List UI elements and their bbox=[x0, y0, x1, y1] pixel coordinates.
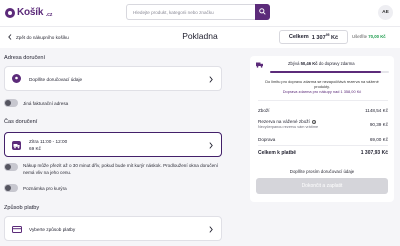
courier-note-label: Poznámka pro kurýra bbox=[23, 185, 67, 191]
back-to-cart-label: Zpět do nákupního košíku bbox=[16, 34, 69, 40]
total-label: Celkem bbox=[288, 34, 309, 40]
free-delivery-text: Zbývá 50,46 Kč do dopravy zdarma bbox=[288, 61, 355, 66]
finish-and-pay-button[interactable]: Dokončit a zaplatit bbox=[256, 178, 388, 194]
weighted-reserve-label: Rezerva na vážené zboží i bbox=[258, 119, 317, 124]
delivery-time-section-title: Čas doručení bbox=[4, 119, 38, 125]
grand-total-value: 1 307,93 Kč bbox=[360, 150, 388, 156]
address-card-label: Doplňte doručovací údaje bbox=[29, 77, 83, 82]
savings-note: Ušetříte 70,00 Kč bbox=[352, 34, 386, 39]
delivery-fee-label: Doprava bbox=[258, 137, 276, 142]
billing-address-label: Jiná fakturační adresa bbox=[23, 100, 69, 106]
delivery-slot-card[interactable]: Zítra 11:00 - 12:00 69 Kč bbox=[4, 132, 222, 157]
payment-section-title: Způsob platby bbox=[4, 205, 40, 211]
delivery-slot-price: 69 Kč bbox=[29, 146, 41, 151]
free-delivery-threshold-note: Doprava zdarma pro nákupy nad 1 358,00 K… bbox=[282, 89, 362, 94]
savings-value: 70,00 Kč bbox=[368, 34, 386, 39]
back-to-cart-link[interactable]: Zpět do nákupního košíku bbox=[8, 34, 69, 40]
chevron-right-icon bbox=[209, 76, 213, 83]
delivery-truck-icon bbox=[12, 141, 21, 150]
billing-address-toggle[interactable] bbox=[4, 99, 18, 107]
goods-label: Zboží bbox=[258, 108, 270, 113]
weighted-reserve-value: 90,39 Kč bbox=[369, 122, 388, 127]
logo[interactable]: Košík .cz bbox=[5, 7, 52, 18]
logo-suffix: .cz bbox=[45, 11, 53, 18]
credit-card-icon bbox=[12, 226, 22, 233]
search-button[interactable] bbox=[255, 4, 270, 20]
summary-divider bbox=[258, 145, 388, 146]
summary-divider bbox=[258, 100, 388, 101]
logo-mark-icon bbox=[5, 7, 15, 18]
payment-card[interactable]: Vyberte způsob platby bbox=[4, 216, 222, 241]
top-header: Košík .cz Hledejte produkt, kategorii neb… bbox=[0, 0, 400, 26]
goods-value: 1148,54 Kč bbox=[365, 108, 388, 113]
missing-details-hint: Doplňte prosím doručovací údaje bbox=[289, 169, 355, 174]
early-delivery-toggle-row[interactable]: Nákup může přezít až o 30 minut dřív, po… bbox=[4, 162, 219, 176]
total-value: 1 30795 Kč bbox=[311, 33, 339, 41]
free-delivery-progress-fill bbox=[270, 71, 381, 73]
free-delivery-progress-track bbox=[270, 71, 389, 73]
weighted-reserve-sublabel: Nevyčerpanou rezervu vám vrátíme bbox=[258, 125, 319, 129]
early-delivery-label: Nákup může přezít až o 30 minut dřív, po… bbox=[23, 163, 218, 175]
chevron-right-icon bbox=[209, 142, 213, 149]
free-delivery-progress: Zbývá 50,46 Kč do dopravy zdarma bbox=[270, 61, 389, 73]
search-bar[interactable]: Hledejte produkt, kategorii nebo značku bbox=[126, 4, 270, 20]
courier-note-toggle[interactable] bbox=[4, 184, 18, 192]
address-section-title: Adresa doručení bbox=[4, 55, 46, 61]
weighted-reserve-note: Do limitu pro dopravu zdarma se nezapočí… bbox=[265, 79, 379, 89]
delivery-slot-label: Zítra 11:00 - 12:00 bbox=[29, 139, 68, 144]
delivery-fee-value: 69,00 Kč bbox=[369, 137, 388, 142]
search-icon bbox=[259, 8, 266, 15]
payment-card-label: Vyberte způsob platby bbox=[29, 227, 76, 232]
checkout-form: Adresa doručení Doplňte doručovací údaje… bbox=[0, 48, 228, 246]
order-summary-panel: Zbývá 50,46 Kč do dopravy zdarma Do limi… bbox=[250, 56, 394, 202]
chevron-right-icon bbox=[209, 226, 213, 233]
user-avatar[interactable]: AE bbox=[378, 5, 393, 20]
logo-text: Košík bbox=[17, 7, 44, 18]
search-input[interactable]: Hledejte produkt, kategorii nebo značku bbox=[133, 10, 214, 15]
chevron-left-icon bbox=[8, 34, 12, 40]
address-card[interactable]: Doplňte doručovací údaje bbox=[4, 66, 222, 91]
delivery-truck-icon bbox=[256, 62, 263, 68]
courier-note-toggle-row[interactable]: Poznámka pro kurýra bbox=[4, 184, 67, 192]
location-pin-icon bbox=[12, 74, 21, 83]
early-delivery-toggle[interactable] bbox=[4, 162, 18, 171]
billing-address-toggle-row[interactable]: Jiná fakturační adresa bbox=[4, 99, 68, 107]
checkout-subbar: Pokladna Zpět do nákupního košíku Celkem… bbox=[0, 27, 400, 48]
total-box: Celkem 1 30795 Kč bbox=[279, 30, 348, 44]
grand-total-label: Celkem k platbě bbox=[258, 150, 297, 156]
info-icon: i bbox=[312, 119, 317, 124]
